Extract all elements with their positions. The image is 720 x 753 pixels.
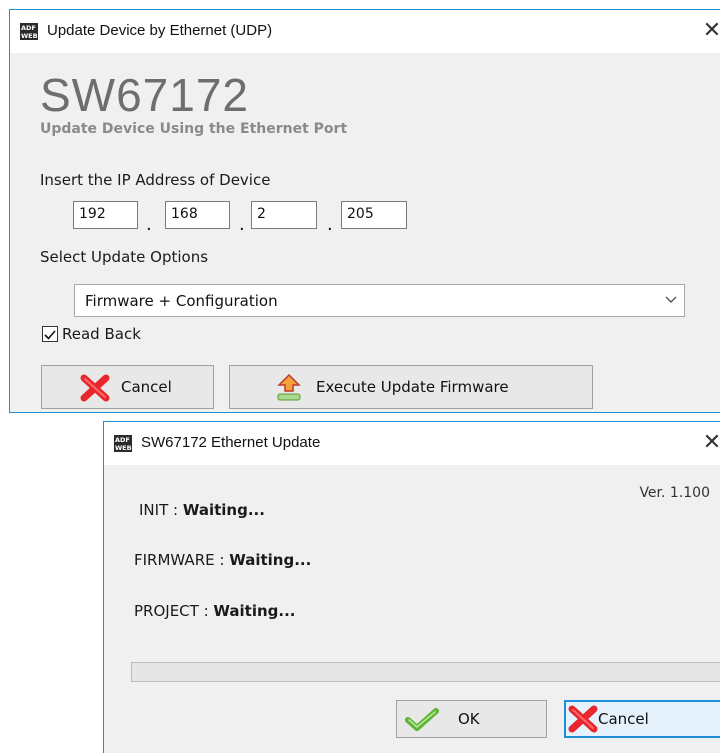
version-label: Ver. 1.100 xyxy=(639,485,710,501)
firmware-status: FIRMWARE : Waiting... xyxy=(134,551,311,569)
cancel-update-button[interactable]: Cancel xyxy=(564,700,720,738)
svg-text:WEB: WEB xyxy=(21,32,38,40)
init-status: INIT : Waiting... xyxy=(139,501,265,519)
ip-octet-2-input[interactable]: 168 xyxy=(165,201,230,229)
ok-button-label: OK xyxy=(458,710,480,728)
check-icon xyxy=(44,330,56,340)
product-subtitle: Update Device Using the Ethernet Port xyxy=(40,121,348,137)
svg-text:ADF: ADF xyxy=(21,24,36,32)
ok-button[interactable]: OK xyxy=(396,700,547,738)
ip-dot-separator: . xyxy=(146,214,152,235)
upload-arrow-icon xyxy=(277,373,301,401)
cancel-update-label: Cancel xyxy=(598,710,649,728)
update-options-label: Select Update Options xyxy=(40,248,209,266)
adfweb-app-icon: ADF WEB xyxy=(114,435,132,452)
init-value: Waiting... xyxy=(182,501,265,519)
svg-text:WEB: WEB xyxy=(115,444,132,452)
update-window-titlebar[interactable]: ADF WEB Update Device by Ethernet (UDP) … xyxy=(10,10,720,53)
firmware-label: FIRMWARE : xyxy=(134,551,230,569)
execute-update-label: Execute Update Firmware xyxy=(316,378,509,396)
execute-update-button[interactable]: Execute Update Firmware xyxy=(229,365,593,409)
read-back-label: Read Back xyxy=(62,325,141,343)
product-brand: SW67172 xyxy=(40,69,250,121)
check-icon xyxy=(405,708,439,731)
project-status: PROJECT : Waiting... xyxy=(134,602,296,620)
ethernet-update-window: ADF WEB SW67172 Ethernet Update ✕ Ver. 1… xyxy=(103,421,720,753)
cancel-button[interactable]: Cancel xyxy=(41,365,214,409)
close-icon[interactable]: ✕ xyxy=(699,18,720,44)
init-label: INIT : xyxy=(139,501,183,519)
update-progress-bar xyxy=(131,662,720,682)
ip-address-label: Insert the IP Address of Device xyxy=(40,171,271,189)
ip-dot-separator: . xyxy=(327,214,333,235)
update-options-selected-value: Firmware + Configuration xyxy=(85,292,278,310)
chevron-down-icon xyxy=(665,296,677,303)
ip-octet-3-input[interactable]: 2 xyxy=(251,201,317,229)
cancel-x-icon xyxy=(568,705,598,733)
progress-window-title: SW67172 Ethernet Update xyxy=(141,434,321,451)
svg-text:ADF: ADF xyxy=(115,436,130,444)
firmware-value: Waiting... xyxy=(229,551,312,569)
close-icon[interactable]: ✕ xyxy=(699,430,720,456)
cancel-button-label: Cancel xyxy=(121,378,172,396)
update-options-select[interactable]: Firmware + Configuration xyxy=(74,284,685,317)
read-back-checkbox[interactable] xyxy=(42,326,58,342)
adfweb-app-icon: ADF WEB xyxy=(20,23,38,40)
project-value: Waiting... xyxy=(213,602,296,620)
ip-dot-separator: . xyxy=(239,214,245,235)
ip-octet-4-input[interactable]: 205 xyxy=(341,201,407,229)
ip-octet-1-input[interactable]: 192 xyxy=(73,201,138,229)
progress-window-titlebar[interactable]: ADF WEB SW67172 Ethernet Update ✕ xyxy=(104,422,720,465)
cancel-x-icon xyxy=(80,374,110,402)
project-label: PROJECT : xyxy=(134,602,214,620)
update-window-title: Update Device by Ethernet (UDP) xyxy=(47,22,273,39)
update-device-window: ADF WEB Update Device by Ethernet (UDP) … xyxy=(9,9,720,413)
